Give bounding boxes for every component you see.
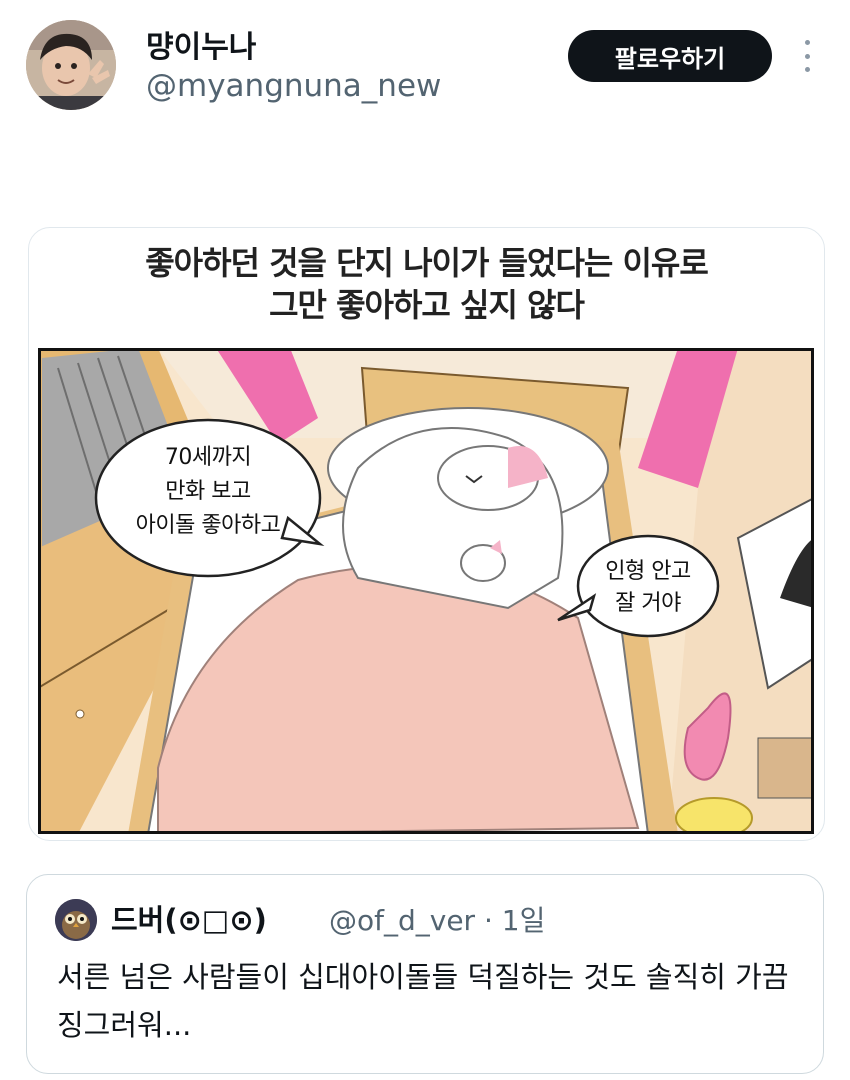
comic-caption-line1: 좋아하던 것을 단지 나이가 들었다는 이유로 [145, 244, 709, 282]
quoted-author-name[interactable]: 드버(⊙□⊙) [111, 897, 267, 939]
dot [804, 40, 810, 45]
bubble-left-line3: 아이돌 좋아하고 [136, 513, 281, 538]
bubble-right-line1: 인형 안고 [605, 559, 691, 584]
bubble-left-line1: 70세까지 [165, 445, 251, 470]
quoted-tweet[interactable]: 드버(⊙□⊙) @of_d_ver · 1일 서른 넘은 사람들이 십대아이돌들… [26, 874, 824, 1074]
follow-button[interactable]: 팔로우하기 [568, 30, 772, 82]
owl-avatar-icon [55, 899, 97, 941]
bubble-left-line2: 만화 보고 [165, 479, 251, 504]
more-options-icon[interactable] [794, 36, 820, 76]
author-name[interactable]: 먕이누나 [146, 22, 256, 66]
dot [804, 67, 810, 72]
comic-caption-line2: 그만 좋아하고 싶지 않다 [269, 286, 585, 324]
avatar-photo [26, 20, 116, 110]
author-handle[interactable]: @myangnuna_new [146, 68, 441, 104]
tweet-media[interactable]: 좋아하던 것을 단지 나이가 들었다는 이유로 그만 좋아하고 싶지 않다 70… [28, 227, 825, 841]
speech-bubble-left: 70세까지 만화 보고 아이돌 좋아하고 [94, 418, 325, 578]
comic-panel: 70세까지 만화 보고 아이돌 좋아하고 인형 안고 잘 거야 [38, 348, 814, 834]
quoted-author-handle[interactable]: @of_d_ver · 1일 [329, 899, 545, 939]
dot [804, 53, 810, 59]
bubble-right-line2: 잘 거야 [615, 591, 681, 616]
quoted-tweet-text: 서른 넘은 사람들이 십대아이돌들 덕질하는 것도 솔직히 가끔 징그러워... [57, 960, 789, 1042]
quoted-author-avatar[interactable] [55, 899, 97, 941]
author-avatar[interactable] [26, 20, 116, 110]
